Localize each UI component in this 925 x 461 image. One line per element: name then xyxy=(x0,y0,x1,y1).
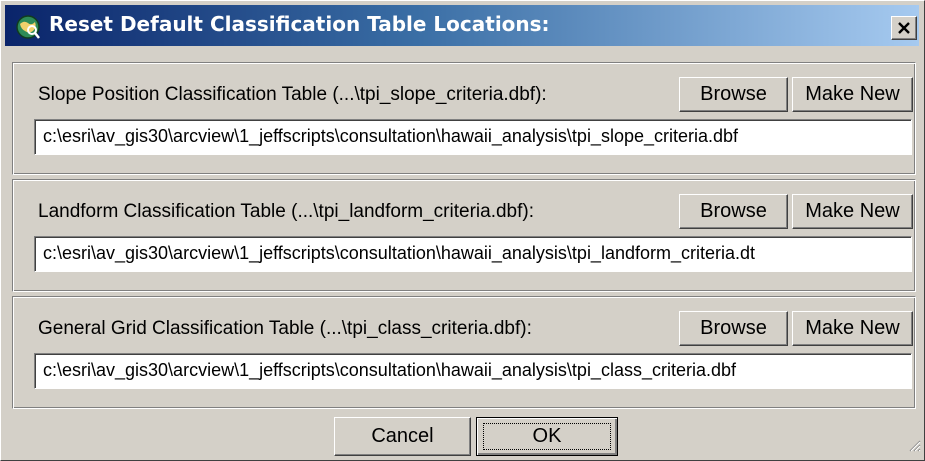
close-button[interactable] xyxy=(891,16,917,40)
landform-label: Landform Classification Table (...\tpi_l… xyxy=(38,201,534,222)
general-grid-label: General Grid Classification Table (...\t… xyxy=(38,318,532,339)
general-grid-browse-button[interactable]: Browse xyxy=(679,311,788,346)
cancel-button[interactable]: Cancel xyxy=(334,417,471,456)
ok-button[interactable]: OK xyxy=(476,417,618,456)
general-grid-group: General Grid Classification Table (...\t… xyxy=(12,296,916,409)
general-grid-path-field[interactable]: c:\esri\av_gis30\arcview\1_jeffscripts\c… xyxy=(34,353,912,389)
focus-rectangle xyxy=(483,423,611,450)
title-bar[interactable]: Reset Default Classification Table Locat… xyxy=(5,5,919,46)
slope-position-label: Slope Position Classification Table (...… xyxy=(38,84,547,105)
slope-path-field[interactable]: c:\esri\av_gis30\arcview\1_jeffscripts\c… xyxy=(34,119,912,155)
landform-browse-button[interactable]: Browse xyxy=(679,194,788,229)
slope-browse-button[interactable]: Browse xyxy=(679,77,788,112)
landform-group: Landform Classification Table (...\tpi_l… xyxy=(12,179,916,292)
resize-grip-icon[interactable] xyxy=(907,438,921,457)
landform-make-new-button[interactable]: Make New xyxy=(792,194,913,229)
general-grid-make-new-button[interactable]: Make New xyxy=(792,311,913,346)
dialog-window: Reset Default Classification Table Locat… xyxy=(0,0,925,461)
slope-make-new-button[interactable]: Make New xyxy=(792,77,913,112)
landform-path-field[interactable]: c:\esri\av_gis30\arcview\1_jeffscripts\c… xyxy=(34,236,912,272)
close-icon xyxy=(898,22,910,34)
slope-position-group: Slope Position Classification Table (...… xyxy=(12,62,916,175)
window-title: Reset Default Classification Table Locat… xyxy=(49,12,550,36)
arcview-globe-icon xyxy=(15,14,41,40)
